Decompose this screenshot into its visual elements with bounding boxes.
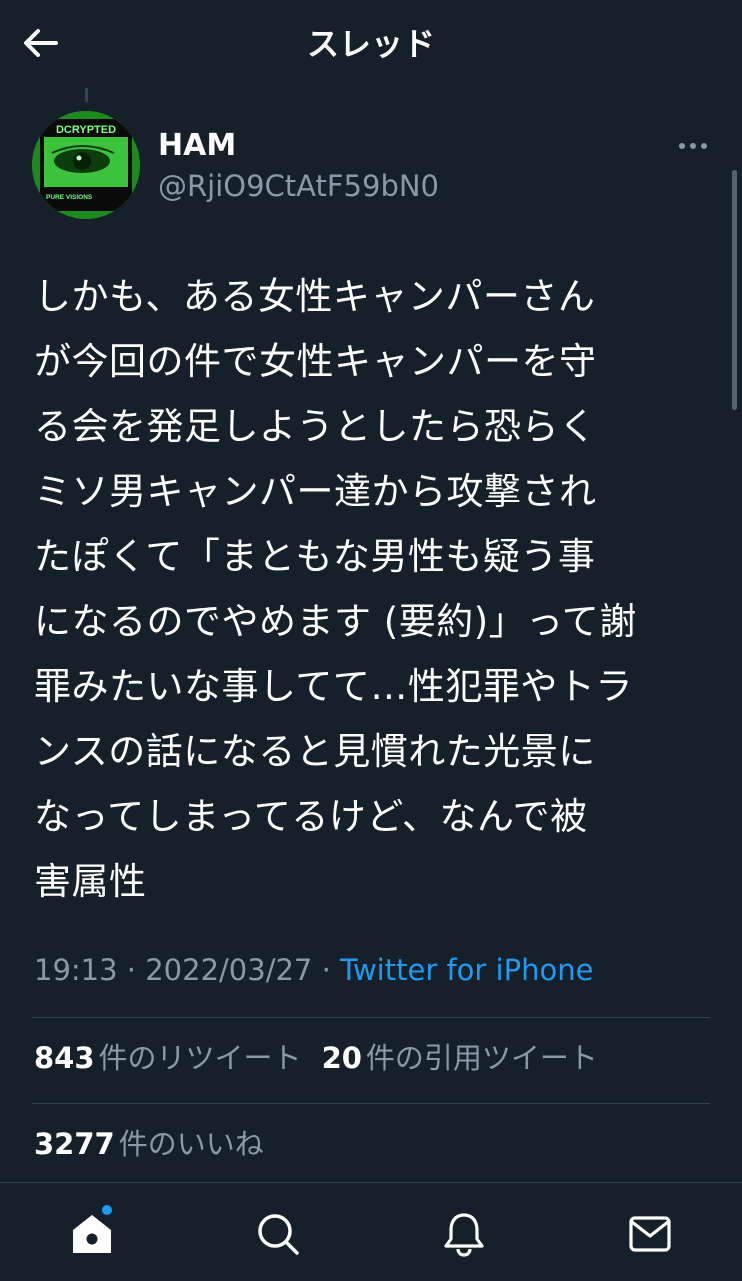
display-name[interactable]: HAM: [158, 126, 236, 166]
tab-search[interactable]: [250, 1209, 306, 1259]
user-handle[interactable]: @RjiO9CtAtF59bN0: [158, 166, 439, 206]
thread-connector-line: [85, 88, 88, 102]
tweet-source-link[interactable]: Twitter for iPhone: [340, 953, 593, 987]
bottom-tab-bar: [0, 1182, 742, 1281]
more-options-button[interactable]: [668, 128, 718, 164]
svg-text:DCRYPTED: DCRYPTED: [56, 124, 116, 136]
quotes-label: 件の引用ツイート: [365, 1041, 598, 1075]
quotes-stat[interactable]: 20 件の引用ツイート: [322, 1038, 598, 1078]
retweet-stats-row: 843 件のリツイート 20 件の引用ツイート: [34, 1038, 618, 1078]
retweets-stat[interactable]: 843 件のリツイート: [34, 1038, 302, 1078]
scrollbar[interactable]: [732, 170, 737, 410]
retweets-count: 843: [34, 1041, 95, 1075]
likes-stat[interactable]: 3277 件のいいね: [34, 1124, 264, 1164]
quotes-count: 20: [321, 1041, 362, 1075]
likes-count: 3277: [34, 1127, 115, 1161]
page-title: スレッド: [306, 25, 435, 63]
tweet-meta: 19:13 · 2022/03/27 · Twitter for iPhone: [34, 950, 593, 990]
likes-label: 件のいいね: [118, 1127, 264, 1161]
tweet-text: しかも、ある女性キャンパーさん が今回の件で女性キャンパーを守 る会を発足しよう…: [34, 275, 637, 903]
tab-home[interactable]: [64, 1205, 120, 1259]
divider: [32, 1017, 710, 1018]
tab-notifications[interactable]: [436, 1209, 492, 1259]
avatar-image: DCRYPTED PURE VISIONS: [32, 111, 140, 219]
tweet-time: 19:13: [34, 953, 118, 987]
meta-separator: ·: [312, 953, 341, 987]
notification-dot: [102, 1205, 112, 1215]
tab-messages[interactable]: [622, 1209, 678, 1259]
more-dots-icon: [679, 143, 707, 149]
bell-icon: [444, 1213, 484, 1257]
tweet-date: 2022/03/27: [145, 953, 313, 987]
likes-stats-row: 3277 件のいいね: [34, 1124, 284, 1164]
meta-separator: ·: [117, 953, 146, 987]
top-bar: スレッド: [0, 0, 742, 88]
search-icon: [258, 1214, 299, 1255]
retweets-label: 件のリツイート: [98, 1041, 302, 1075]
avatar[interactable]: DCRYPTED PURE VISIONS: [32, 111, 140, 219]
divider: [32, 1103, 710, 1104]
svg-text:PURE VISIONS: PURE VISIONS: [46, 194, 93, 201]
home-icon: [73, 1215, 111, 1253]
mail-icon: [629, 1216, 671, 1252]
